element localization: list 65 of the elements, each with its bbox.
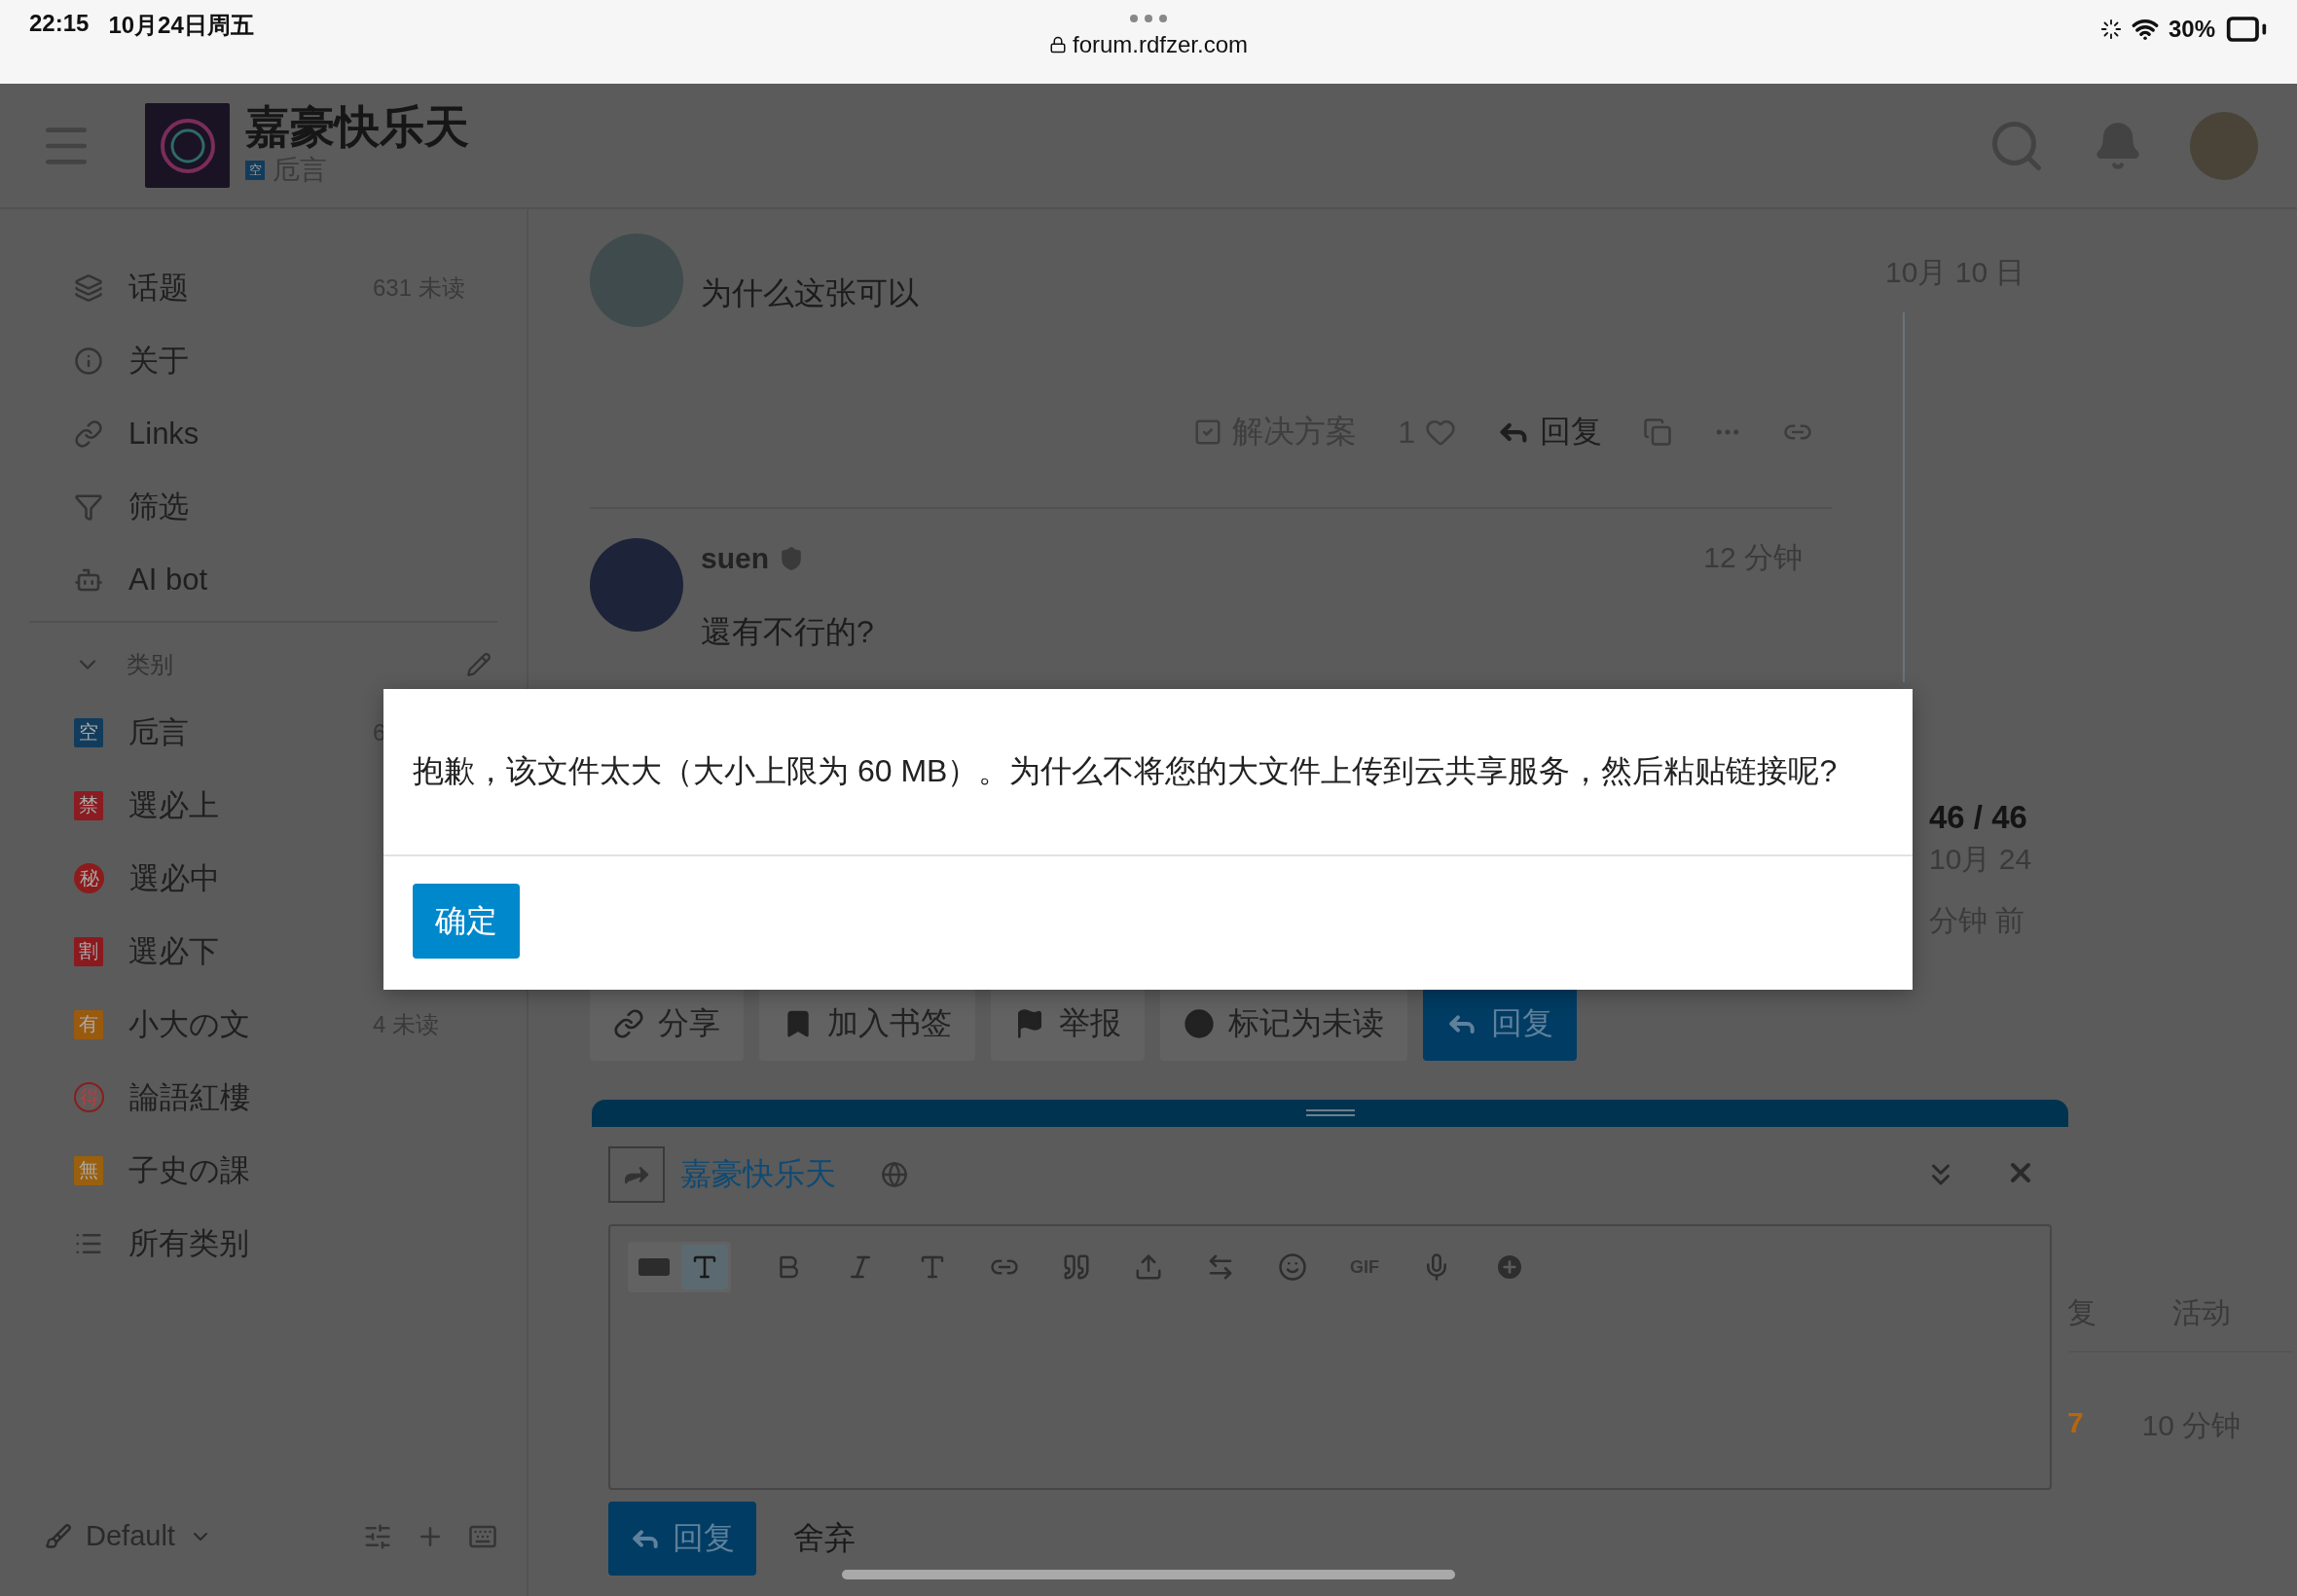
site-title[interactable]: 嘉豪快乐天: [245, 102, 469, 152]
link-icon: [613, 1008, 644, 1039]
reply-to-link[interactable]: 嘉豪快乐天: [680, 1153, 836, 1196]
brush-icon: [45, 1522, 72, 1550]
category-badge: 禁: [74, 790, 103, 820]
upload-icon[interactable]: [1134, 1252, 1163, 1282]
status-date: 10月24日周五: [108, 11, 254, 40]
category-badge: 割: [74, 936, 103, 966]
dot-icon: [1184, 1008, 1215, 1039]
emoji-icon[interactable]: [1278, 1252, 1307, 1282]
site-logo[interactable]: [145, 103, 230, 188]
category-link[interactable]: 卮言: [128, 711, 189, 753]
markdown-icon: [638, 1258, 670, 1276]
sidebar-link[interactable]: AI bot: [128, 562, 207, 598]
loading-icon: [2099, 18, 2122, 40]
sidebar-link[interactable]: 话题: [128, 267, 189, 308]
reply-submit-button[interactable]: 回复: [608, 1502, 756, 1576]
reply-action-button[interactable]: [608, 1146, 665, 1203]
lock-icon: [1048, 36, 1067, 54]
sidebar-icon: [74, 418, 103, 449]
reply-count: 7: [2067, 1406, 2084, 1440]
dialog-message: 抱歉，该文件太大（大小上限为 60 MB）。为什么不将您的大文件上传到云共享服务，然后粘贴链接呢?: [383, 689, 1913, 856]
topic-button[interactable]: 举报: [991, 987, 1145, 1061]
checkbox-icon: [1193, 417, 1223, 447]
category-badge: 秘: [74, 863, 104, 893]
globe-icon[interactable]: [881, 1161, 908, 1188]
category-badge: 有: [74, 1009, 103, 1039]
topic-button[interactable]: 回复: [1423, 987, 1577, 1061]
reply-button[interactable]: 回复: [1497, 411, 1602, 453]
category-badge: 空: [245, 160, 265, 180]
clock-time: 22:15: [29, 10, 90, 38]
category-badge: 得: [74, 1082, 104, 1112]
category-link[interactable]: 子史の課: [128, 1149, 250, 1191]
username[interactable]: suen: [701, 541, 770, 575]
composer-grip-bar[interactable]: [592, 1100, 2068, 1127]
category-link[interactable]: 選必下: [128, 930, 219, 972]
home-indicator[interactable]: [842, 1570, 1455, 1579]
sidebar-link[interactable]: 筛选: [128, 486, 189, 527]
topic-button[interactable]: 加入书签: [759, 987, 975, 1061]
discard-button[interactable]: 舍弃: [793, 1517, 856, 1560]
category-link[interactable]: 選必中: [129, 857, 220, 899]
topic-button[interactable]: 标记为未读: [1160, 987, 1407, 1061]
post-position: 46 / 46: [1929, 799, 2028, 836]
sidebar-link[interactable]: Links: [128, 416, 200, 452]
quote-icon[interactable]: [1062, 1252, 1091, 1282]
sidebar-link[interactable]: 所有类别: [128, 1222, 249, 1264]
editor-mode-toggle[interactable]: [628, 1242, 731, 1292]
battery-percent: 30%: [2168, 16, 2215, 43]
ok-button[interactable]: 确定: [413, 884, 520, 959]
copy-icon[interactable]: [1643, 417, 1672, 447]
category-link[interactable]: 選必上: [128, 784, 219, 826]
sidebar-icon: [74, 345, 103, 376]
pencil-icon[interactable]: [466, 651, 492, 677]
more-icon[interactable]: [1129, 14, 1168, 23]
post-text: 为什么这张可以: [701, 275, 919, 310]
address-url[interactable]: forum.rdfzer.com: [1072, 31, 1248, 58]
category-link[interactable]: 小大の文: [128, 1003, 250, 1045]
category-link[interactable]: 論語紅樓: [129, 1076, 250, 1118]
category-badge: 無: [74, 1155, 103, 1185]
category-badge: 空: [74, 717, 103, 747]
topic-button[interactable]: 分享: [590, 987, 744, 1061]
post-text: 還有不行的?: [701, 614, 874, 649]
sidebar-icon: [74, 272, 103, 303]
timeline-track[interactable]: [1903, 312, 1905, 682]
sidebar-link[interactable]: 关于: [128, 340, 189, 381]
